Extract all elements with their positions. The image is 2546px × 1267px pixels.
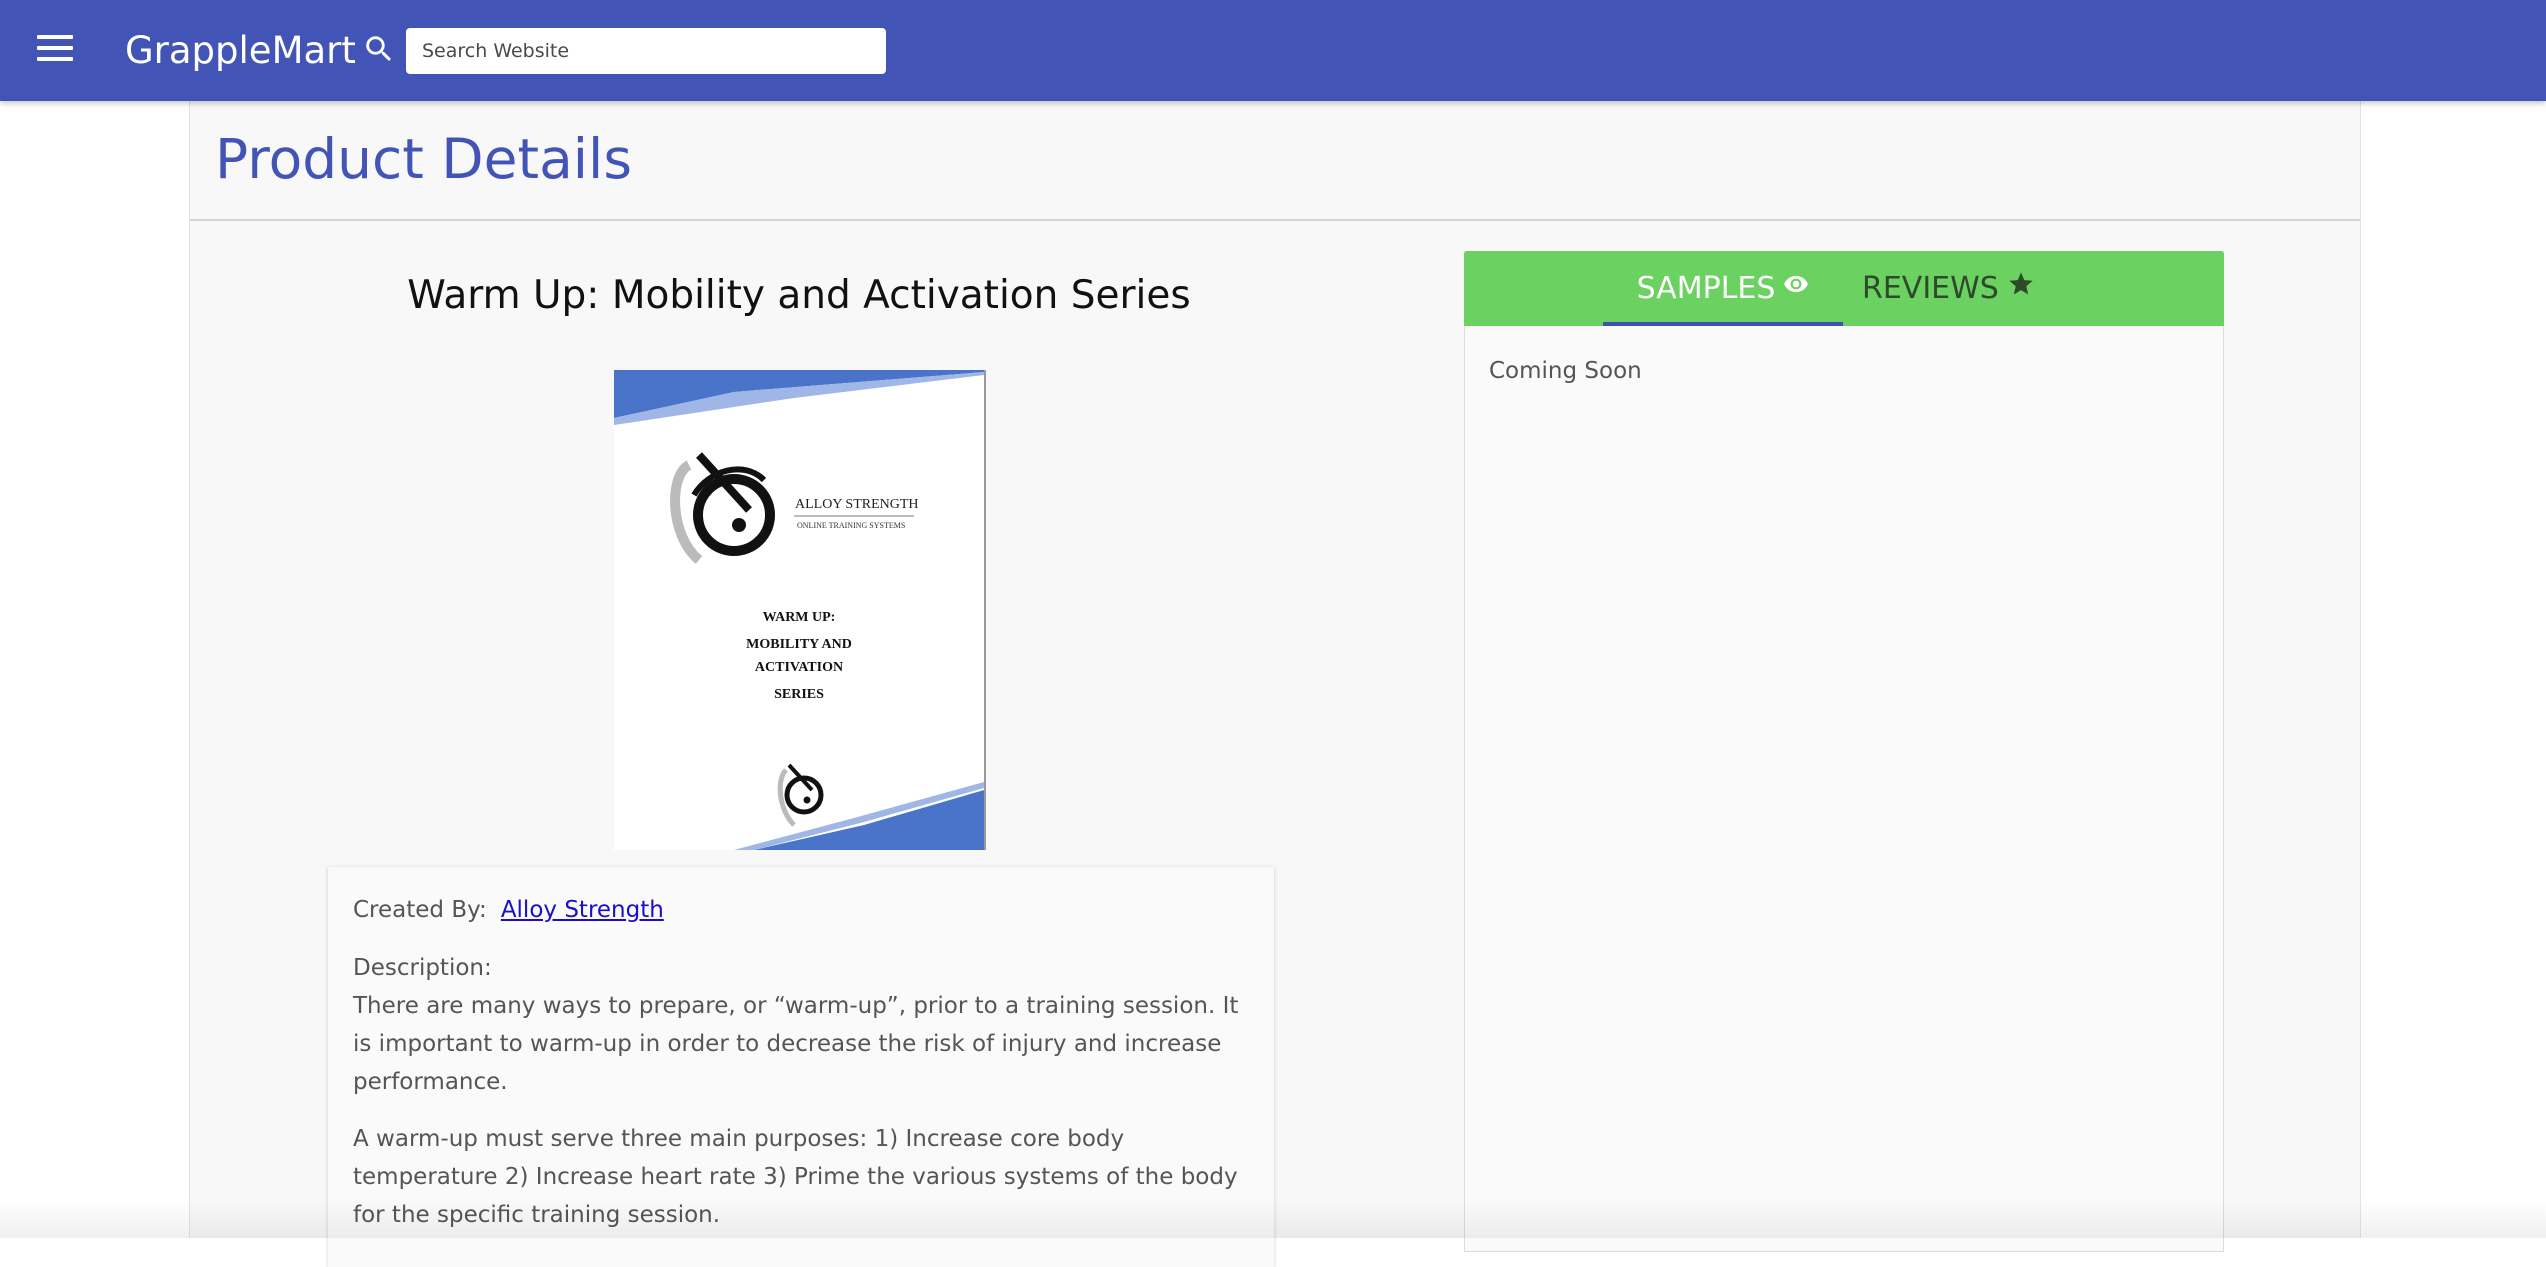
tab-reviews-label: REVIEWS [1862,271,1999,306]
page-bottom-shadow [0,1200,2546,1238]
cover-title-line: SERIES [774,687,824,702]
cover-title-line: ACTIVATION [755,660,843,675]
cover-title-line: WARM UP: [763,610,836,625]
tab-reviews[interactable]: REVIEWS [1862,251,2042,326]
star-icon [2009,271,2033,294]
cover-brand-line2: ONLINE TRAINING SYSTEMS [797,521,905,530]
search-input[interactable] [406,28,886,74]
alloy-strength-logo [670,452,775,564]
created-by-row: Created By: Alloy Strength [353,897,664,923]
samples-reviews-panel: SAMPLES REVIEWS Coming Soon [1464,251,2224,1252]
menu-icon[interactable] [37,35,73,65]
title-divider [190,219,2360,221]
samples-content: Coming Soon [1489,358,1642,384]
eye-icon [1784,275,1809,292]
tab-samples[interactable]: SAMPLES [1603,251,1843,326]
product-title: Warm Up: Mobility and Activation Series [407,273,1191,318]
alloy-strength-small-logo [777,763,824,827]
created-by-label: Created By: [353,897,487,923]
product-cover-image: ALLOY STRENGTH ONLINE TRAINING SYSTEMS W… [614,370,986,850]
cover-title-line: MOBILITY AND [746,637,852,652]
page-title: Product Details [215,127,632,191]
tab-samples-label: SAMPLES [1636,271,1776,306]
description-label: Description: [353,955,492,981]
search-icon[interactable] [362,32,396,66]
description-paragraph: There are many ways to prepare, or “warm… [353,993,1239,1095]
cover-brand-line1: ALLOY STRENGTH [795,497,919,512]
product-details-page: Product Details Warm Up: Mobility and Ac… [189,101,2361,1267]
brand-logo-text[interactable]: GrappleMart [125,28,356,74]
tab-bar: SAMPLES REVIEWS [1464,251,2224,326]
creator-link[interactable]: Alloy Strength [501,897,664,923]
top-app-bar: GrappleMart [0,0,2546,101]
